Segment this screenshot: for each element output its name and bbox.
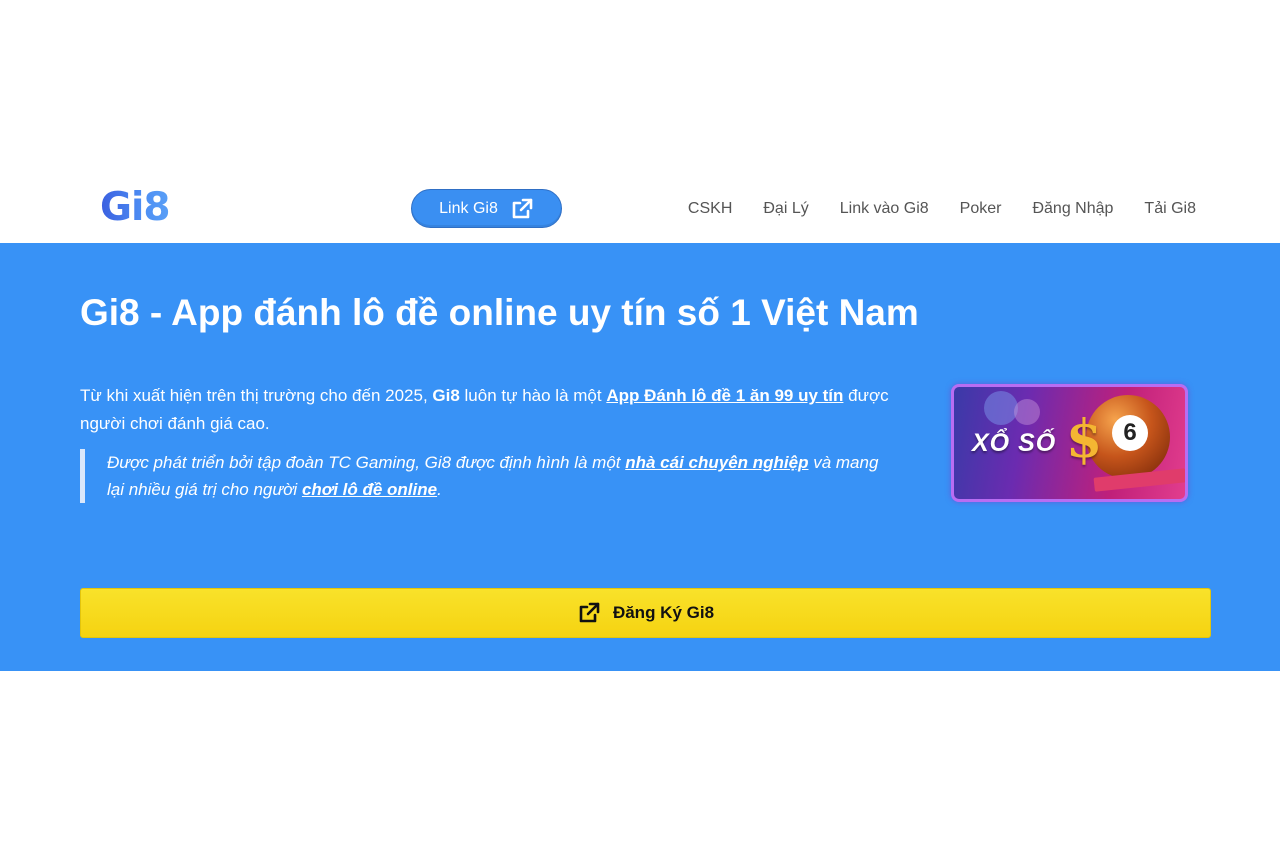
nav-item-link-vao-gi8[interactable]: Link vào Gi8: [840, 199, 929, 219]
intro-text-middle: luôn tự hào là một: [459, 386, 607, 405]
dollar-icon: $: [1066, 409, 1103, 470]
choi-lo-de-online-link[interactable]: chơi lô đề online: [302, 480, 437, 499]
site-header: Gi8 Link Gi8 CSKH Đại Lý Link vào Gi8 Po…: [0, 172, 1280, 243]
nav-item-poker[interactable]: Poker: [960, 199, 1002, 219]
intro-text-before: Từ khi xuất hiện trên thị trường cho đến…: [80, 386, 433, 405]
register-button[interactable]: Đăng Ký Gi8: [80, 588, 1211, 638]
page-title: Gi8 - App đánh lô đề online uy tín số 1 …: [80, 292, 919, 333]
register-button-label: Đăng Ký Gi8: [612, 603, 715, 622]
link-gi8-label: Link Gi8: [439, 199, 498, 217]
nha-cai-chuyen-nghiep-link[interactable]: nhà cái chuyên nghiệp: [625, 453, 808, 472]
lottery-ball-icon: [984, 391, 1018, 425]
quote-block: Được phát triển bởi tập đoàn TC Gaming, …: [80, 449, 890, 503]
nav-item-tai-gi8[interactable]: Tải Gi8: [1144, 199, 1196, 219]
app-danh-lo-de-link[interactable]: App Đánh lô đề 1 ăn 99 uy tín: [606, 386, 843, 405]
external-link-icon: [512, 198, 533, 218]
nav-item-cskh[interactable]: CSKH: [688, 199, 732, 219]
external-link-icon: [579, 602, 600, 623]
link-gi8-button[interactable]: Link Gi8: [411, 189, 562, 228]
xo-so-promo-banner[interactable]: 6 $ XỔ SỐ: [951, 384, 1188, 502]
nav-item-dai-ly[interactable]: Đại Lý: [763, 199, 808, 219]
quote-text-before: Được phát triển bởi tập đoàn TC Gaming, …: [107, 453, 626, 472]
nav-item-dang-nhap[interactable]: Đăng Nhập: [1032, 199, 1113, 219]
intro-paragraph: Từ khi xuất hiện trên thị trường cho đến…: [80, 382, 900, 438]
hero-section: Gi8 - App đánh lô đề online uy tín số 1 …: [0, 243, 1280, 671]
promo-label: XỔ SỐ: [972, 429, 1057, 457]
gi8-logo[interactable]: Gi8: [100, 186, 171, 230]
lottery-ball-icon: [1014, 399, 1040, 425]
ball-number: 6: [1112, 415, 1148, 451]
main-nav: CSKH Đại Lý Link vào Gi8 Poker Đăng Nhập…: [688, 199, 1196, 219]
intro-brand: Gi8: [432, 386, 460, 405]
quote-text-after: .: [437, 480, 442, 499]
